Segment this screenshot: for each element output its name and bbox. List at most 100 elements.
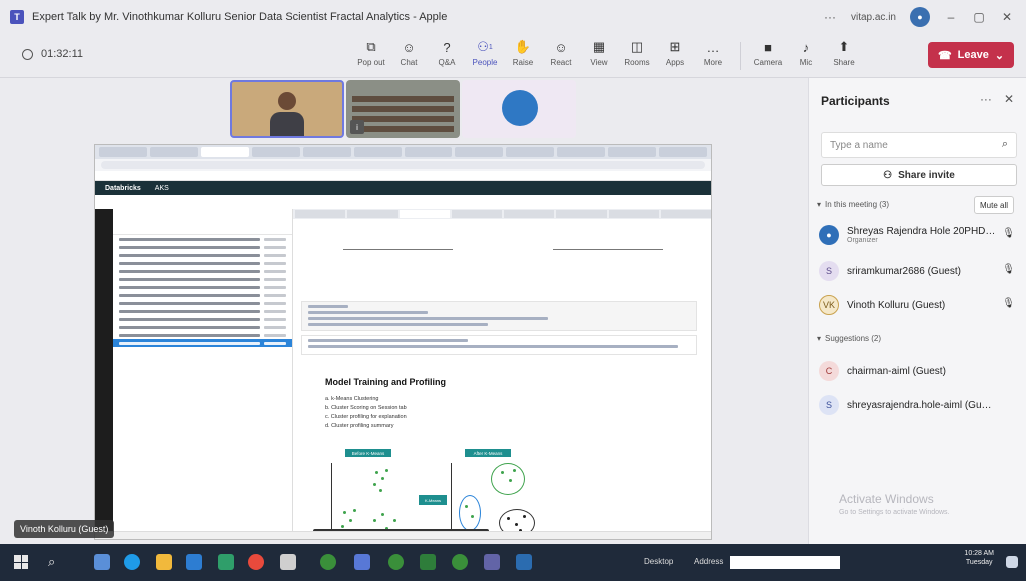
chevron-down-icon: ▾ xyxy=(817,200,822,209)
teams-icon[interactable] xyxy=(484,554,500,570)
desktop-label[interactable]: Desktop xyxy=(644,557,673,566)
camera-button[interactable]: ■ Camera xyxy=(749,39,787,73)
minimize-button[interactable]: – xyxy=(944,10,958,24)
close-button[interactable]: ✕ xyxy=(1000,10,1014,24)
video-tile-presenter[interactable] xyxy=(230,80,344,138)
list-item: c. Cluster profiling for explanation xyxy=(325,414,407,420)
people-label: People xyxy=(472,58,498,67)
edge-icon[interactable] xyxy=(124,554,140,570)
file-explorer-icon[interactable] xyxy=(156,554,172,570)
chat-label: Chat xyxy=(400,58,418,67)
participant-row[interactable]: VK Vinoth Kolluru (Guest) 🎙 xyxy=(819,292,1019,318)
avatar: S xyxy=(819,395,839,415)
more-label: More xyxy=(703,58,723,67)
view-button[interactable]: ▦ View xyxy=(580,39,618,73)
camera-label: Camera xyxy=(753,58,783,67)
chrome-icon[interactable] xyxy=(320,554,336,570)
more-options-icon[interactable]: ··· xyxy=(823,10,837,24)
panel-controls: ··· ✕ xyxy=(980,92,1014,106)
share-icon: ⬆ xyxy=(838,39,850,54)
participant-row[interactable]: ● Shreyas Rajendra Hole 20PHD70... Organ… xyxy=(819,222,1019,248)
list-item: a. k-Means Clustering xyxy=(325,396,379,402)
participant-row[interactable]: S sriramkumar2686 (Guest) 🎙 xyxy=(819,258,1019,284)
participant-name: sriramkumar2686 (Guest) xyxy=(847,265,961,277)
video-tile-avatar[interactable] xyxy=(462,80,576,138)
list-item: d. Cluster profiling summary xyxy=(325,423,394,429)
code-output xyxy=(301,335,697,355)
notification-icon[interactable] xyxy=(1006,556,1018,568)
people-button[interactable]: ⚇ 1 People xyxy=(466,39,504,73)
mic-icon: 🎙 xyxy=(1002,298,1015,309)
more-button[interactable]: … More xyxy=(694,39,732,73)
file-row-selected[interactable] xyxy=(113,339,292,347)
participant-search-input[interactable]: Type a name ⌕ xyxy=(821,132,1017,158)
account-avatar[interactable]: ● xyxy=(910,7,930,27)
toolbar-tools: ⧉ Pop out ☺ Chat ? Q&A ⚇ 1 People ✋ Raise ☺ Rea… xyxy=(352,39,863,73)
avatar: VK xyxy=(819,295,839,315)
participant-avatar xyxy=(502,90,538,126)
mute-all-button[interactable]: Mute all xyxy=(974,196,1014,214)
shield-icon xyxy=(22,48,33,60)
pop-out-label: Pop out xyxy=(357,58,385,67)
chevron-down-icon[interactable]: ⌄ xyxy=(995,49,1004,62)
apps-button[interactable]: ⊞ Apps xyxy=(656,39,694,73)
taskbar-search-icon[interactable]: ⌕ xyxy=(48,554,55,570)
share-invite-label: Share invite xyxy=(898,169,955,181)
taskbar-clock[interactable]: 10:28 AM Tuesday xyxy=(964,549,994,567)
react-label: React xyxy=(550,58,572,67)
share-button[interactable]: ⬆ Share xyxy=(825,39,863,73)
video-tile-hall[interactable]: i xyxy=(346,80,460,138)
jupyter-body: Model Training and Profiling a. k-Means … xyxy=(95,209,711,539)
apps-icon: ⊞ xyxy=(669,39,681,54)
leave-button[interactable]: ☎ Leave ⌄ xyxy=(928,42,1014,68)
app-icon[interactable] xyxy=(186,554,202,570)
hand-icon: ✋ xyxy=(514,39,532,54)
panel-more-icon[interactable]: ··· xyxy=(980,92,992,106)
in-meeting-section[interactable]: ▾ In this meeting (3) xyxy=(817,200,889,209)
mic-button[interactable]: ♪ Mic xyxy=(787,39,825,73)
code-cell[interactable] xyxy=(301,301,697,331)
people-glyph: ⚇ xyxy=(477,39,489,54)
rooms-icon: ◫ xyxy=(630,39,644,54)
chrome-icon[interactable] xyxy=(388,554,404,570)
watermark-title: Activate Windows xyxy=(839,492,934,506)
app-icon[interactable] xyxy=(354,554,370,570)
suggestion-row[interactable]: S shreyasrajendra.hole-aiml (Guest) xyxy=(819,392,1019,418)
kmeans-arrow: K-Means xyxy=(419,495,447,505)
app-icon[interactable] xyxy=(248,554,264,570)
app-icon[interactable] xyxy=(94,554,110,570)
participant-name: Shreyas Rajendra Hole 20PHD70... Organiz… xyxy=(847,226,997,244)
in-meeting-label: In this meeting (3) xyxy=(825,200,890,209)
title-bar-controls: ··· vitap.ac.in ● – ▢ ✕ xyxy=(823,7,1014,27)
after-kmeans-label: After K-Means xyxy=(465,449,511,457)
meeting-stage: i Databricks AKS Model Training and Prof… xyxy=(0,78,808,544)
app-icon[interactable] xyxy=(218,554,234,570)
restore-button[interactable]: ▢ xyxy=(972,10,986,24)
pop-out-button[interactable]: ⧉ Pop out xyxy=(352,39,390,73)
react-button[interactable]: ☺ React xyxy=(542,39,580,73)
chrome-icon[interactable] xyxy=(452,554,468,570)
raise-hand-button[interactable]: ✋ Raise xyxy=(504,39,542,73)
clock-time: 10:28 AM xyxy=(964,550,994,557)
teams-logo-icon: T xyxy=(10,10,24,24)
qa-button[interactable]: ? Q&A xyxy=(428,39,466,73)
account-domain: vitap.ac.in xyxy=(850,11,896,23)
share-invite-button[interactable]: ⚇ Share invite xyxy=(821,164,1017,186)
shared-screen[interactable]: Databricks AKS Model Training and Profil… xyxy=(94,144,712,540)
address-input[interactable] xyxy=(730,556,840,569)
app-icon[interactable] xyxy=(280,554,296,570)
suggestions-section[interactable]: ▾ Suggestions (2) xyxy=(817,334,881,343)
raise-label: Raise xyxy=(512,58,534,67)
suggestion-row[interactable]: C chairman-aiml (Guest) xyxy=(819,358,1019,384)
app-icon[interactable] xyxy=(516,554,532,570)
app-icon[interactable] xyxy=(420,554,436,570)
window-title: Expert Talk by Mr. Vinothkumar Kolluru S… xyxy=(32,11,448,23)
browser-bookmarks-bar xyxy=(95,171,711,181)
search-icon: ⌕ xyxy=(1001,138,1008,150)
windows-start-icon[interactable] xyxy=(14,555,28,569)
databricks-brand: Databricks xyxy=(105,184,141,192)
rooms-button[interactable]: ◫ Rooms xyxy=(618,39,656,73)
chat-button[interactable]: ☺ Chat xyxy=(390,39,428,73)
panel-close-icon[interactable]: ✕ xyxy=(1004,92,1014,106)
pop-out-icon: ⧉ xyxy=(366,39,376,54)
